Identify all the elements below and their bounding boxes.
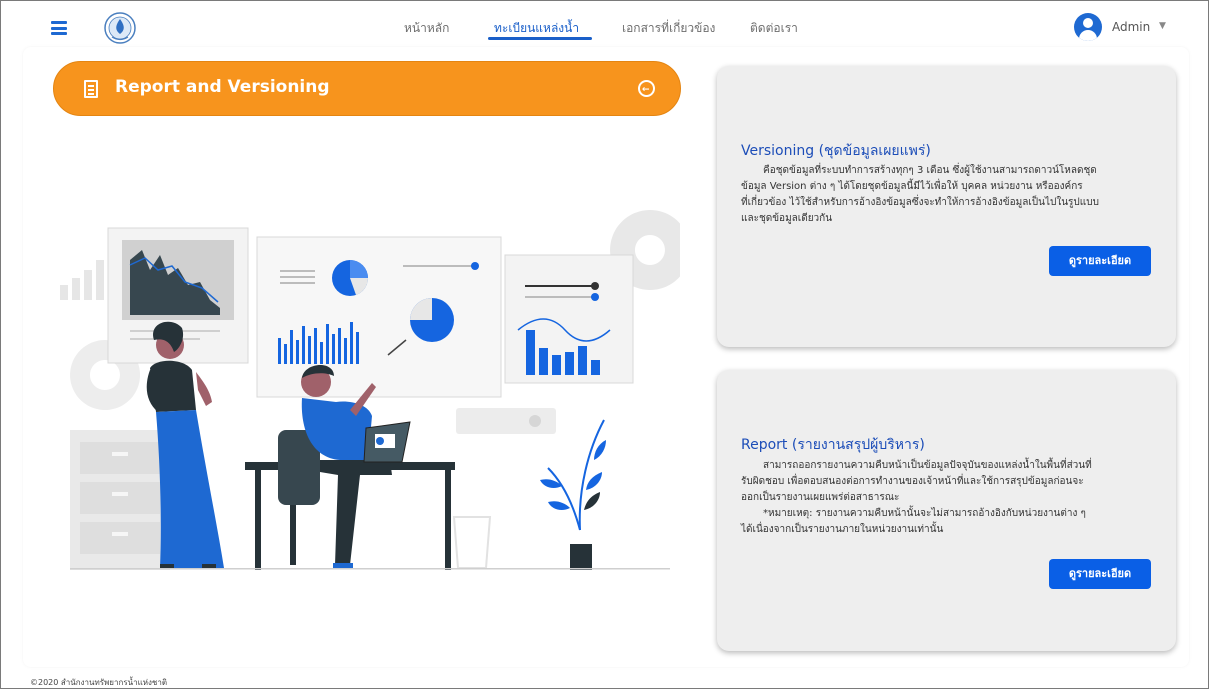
report-line: ออกเป็นรายงานเผยแพร่ต่อสาธารณะ bbox=[741, 492, 900, 503]
report-description: สามารถออกรายงานความคืบหน้าเป็นข้อมูลปัจจ… bbox=[741, 458, 1156, 538]
footer-copyright: ©2020 สำนักงานทรัพยากรน้ำแห่งชาติ bbox=[30, 678, 168, 687]
hamburger-menu-icon[interactable] bbox=[51, 21, 67, 35]
page-title-banner: Report and Versioning ← bbox=[53, 61, 681, 116]
nav-home[interactable]: หน้าหลัก bbox=[404, 19, 449, 38]
report-card: Report (รายงานสรุปผู้บริหาร) สามารถออกรา… bbox=[717, 370, 1176, 651]
report-illustration bbox=[60, 210, 680, 570]
versioning-title: Versioning (ชุดข้อมูลเผยแพร่) bbox=[741, 143, 931, 159]
user-avatar-icon bbox=[1074, 13, 1102, 41]
report-line: *หมายเหตุ: รายงานความคืบหน้านั้นจะไม่สาม… bbox=[763, 508, 1086, 519]
logo-emblem[interactable] bbox=[103, 10, 137, 46]
versioning-description: คือชุดข้อมูลที่ระบบทำการสร้างทุกๆ 3 เดือ… bbox=[741, 163, 1156, 227]
report-line: รับผิดชอบ เพื่อตอบสนองต่อการทำงานของเจ้า… bbox=[741, 476, 1084, 487]
nav-water-registry[interactable]: ทะเบียนแหล่งน้ำ bbox=[494, 19, 579, 38]
top-navbar: หน้าหลัก ทะเบียนแหล่งน้ำ เอกสารที่เกี่ยว… bbox=[1, 1, 1208, 53]
versioning-line: ข้อมูล Version ต่าง ๆ ได้โดยชุดข้อมูลนี้… bbox=[741, 181, 1083, 192]
versioning-line: ที่เกี่ยวข้อง ไว้ใช้สำหรับการอ้างอิงข้อม… bbox=[741, 197, 1099, 208]
versioning-card: Versioning (ชุดข้อมูลเผยแพร่) คือชุดข้อม… bbox=[717, 66, 1176, 347]
report-detail-button[interactable]: ดูรายละเอียด bbox=[1049, 559, 1151, 589]
caret-down-icon: ▼ bbox=[1159, 21, 1166, 31]
active-nav-underline bbox=[488, 37, 592, 40]
report-line: สามารถออกรายงานความคืบหน้าเป็นข้อมูลปัจจ… bbox=[763, 460, 1092, 471]
user-name: Admin bbox=[1112, 20, 1151, 34]
report-title: Report (รายงานสรุปผู้บริหาร) bbox=[741, 437, 925, 453]
report-line: ได้เนื่องจากเป็นรายงานภายในหน่วยงานเท่าน… bbox=[741, 524, 944, 535]
versioning-detail-button[interactable]: ดูรายละเอียด bbox=[1049, 246, 1151, 276]
versioning-line: และชุดข้อมูลเดียวกัน bbox=[741, 213, 833, 224]
back-circle-icon[interactable]: ← bbox=[638, 80, 655, 97]
nav-documents[interactable]: เอกสารที่เกี่ยวข้อง bbox=[622, 19, 715, 38]
versioning-line: คือชุดข้อมูลที่ระบบทำการสร้างทุกๆ 3 เดือ… bbox=[763, 165, 1097, 176]
page-title: Report and Versioning bbox=[115, 77, 330, 97]
document-icon bbox=[84, 80, 98, 98]
nav-contact[interactable]: ติดต่อเรา bbox=[750, 19, 798, 38]
